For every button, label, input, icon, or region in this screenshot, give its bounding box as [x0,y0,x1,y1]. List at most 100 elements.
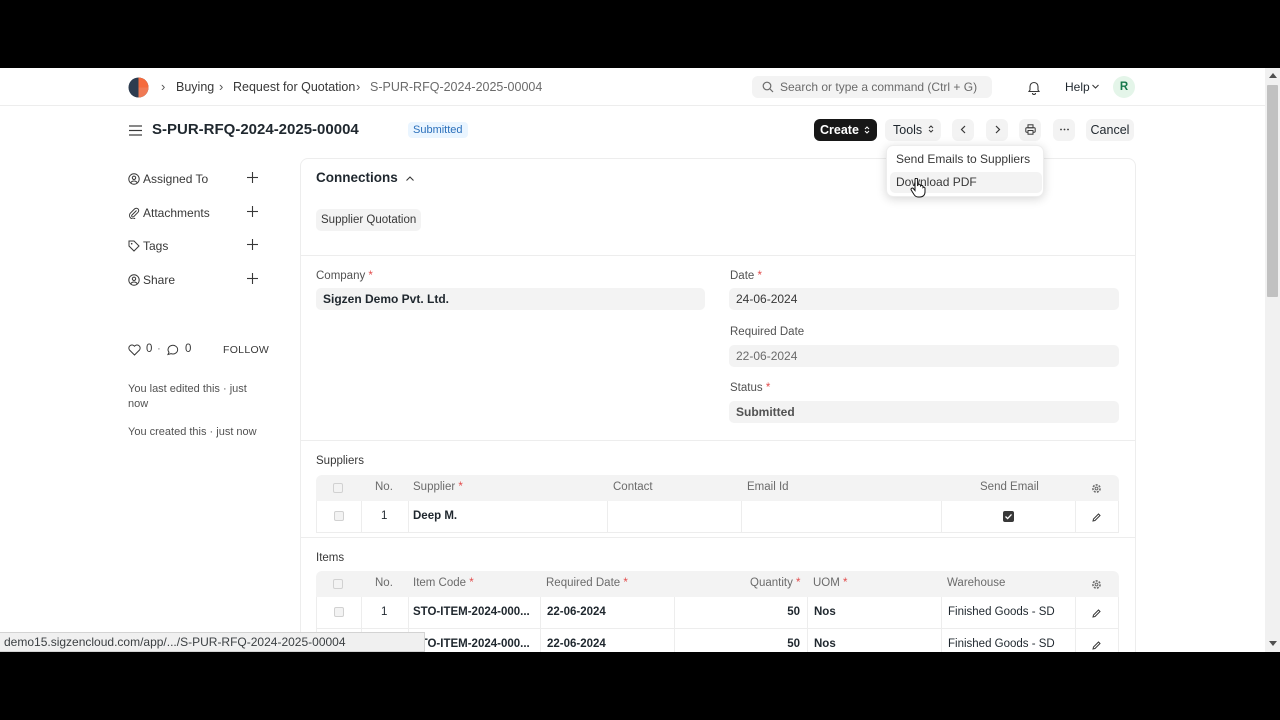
item-code-cell[interactable]: STO-ITEM-2024-000... [413,638,530,650]
required-date-field[interactable]: 22-06-2024 [729,345,1119,367]
scroll-down-arrow-icon[interactable] [1269,641,1277,646]
column-header: UOM * [813,577,848,589]
section-divider [301,255,1135,256]
required-date-cell[interactable]: 22-06-2024 [547,606,606,618]
tools-button[interactable]: Tools [885,119,941,141]
printer-icon [1025,124,1036,135]
chevron-down-icon [1092,84,1099,89]
column-header: Supplier * [413,481,463,493]
scroll-up-arrow-icon[interactable] [1269,73,1277,78]
page-scrollbar[interactable] [1265,68,1280,652]
section-divider [301,440,1135,441]
plus-icon[interactable] [246,205,259,218]
breadcrumb-buying[interactable]: Buying [176,80,214,94]
chevron-left-icon [960,125,966,134]
date-field[interactable]: 24-06-2024 [729,288,1119,310]
required-date-cell[interactable]: 22-06-2024 [547,638,606,650]
column-header: Contact [613,481,653,493]
column-divider [408,501,409,532]
notification-bell-icon[interactable] [1027,80,1041,95]
app-window: › Buying › Request for Quotation › S-PUR… [0,68,1280,652]
supplier-cell[interactable]: Deep M. [413,510,457,522]
table-header: No. Item Code * Required Date * Quantity… [316,571,1119,597]
heart-icon[interactable] [128,344,141,356]
select-all-checkbox[interactable] [333,483,343,493]
menu-item-send-emails-to-suppliers[interactable]: Send Emails to Suppliers [890,149,1042,170]
column-divider [1075,629,1076,652]
items-section-label: Items [316,552,345,564]
sidebar-item-tags[interactable]: Tags [128,238,260,256]
breadcrumb-separator: › [219,79,224,94]
breadcrumb-request-for-quotation[interactable]: Request for Quotation [233,80,355,94]
warehouse-cell[interactable]: Finished Goods - SD [948,606,1055,618]
search-input[interactable]: Search or type a command (Ctrl + G) [752,76,992,98]
select-all-checkbox[interactable] [333,579,343,589]
suppliers-section-label: Suppliers [316,455,364,467]
app-logo-icon[interactable] [128,77,149,98]
column-header: Quantity * [750,577,801,589]
dot-separator: · [157,343,161,355]
status-field: Submitted [729,401,1119,423]
column-header: No. [375,577,393,589]
item-code-cell[interactable]: STO-ITEM-2024-000... [413,606,530,618]
sidebar-item-assigned-to[interactable]: Assigned To [128,171,260,189]
cancel-button[interactable]: Cancel [1086,119,1134,141]
breadcrumb-current[interactable]: S-PUR-RFQ-2024-2025-00004 [370,80,542,94]
sidebar-item-share[interactable]: Share [128,272,260,290]
company-field[interactable]: Sigzen Demo Pvt. Ltd. [316,288,705,310]
table-row[interactable]: 1 Deep M. [316,501,1119,533]
sidebar-toggle-icon[interactable] [129,125,142,136]
status-label: Status * [730,382,771,394]
follow-button[interactable]: FOLLOW [223,344,269,356]
row-checkbox[interactable] [334,511,344,521]
user-avatar[interactable]: R [1113,76,1135,98]
send-email-checkbox[interactable] [1003,511,1014,522]
scrollbar-thumb[interactable] [1267,85,1278,297]
table-row[interactable]: 1 STO-ITEM-2024-000... 22-06-2024 50 Nos… [316,597,1119,629]
navbar: › Buying › Request for Quotation › S-PUR… [0,68,1265,106]
previous-document-button[interactable] [952,119,974,141]
page-title: S-PUR-RFQ-2024-2025-00004 [152,121,359,138]
more-actions-button[interactable] [1053,119,1075,141]
likes-count: 0 [146,343,153,355]
chevron-up-icon[interactable] [405,174,415,184]
column-divider [807,629,808,652]
create-button[interactable]: Create [814,119,877,141]
gear-icon[interactable] [1091,579,1102,590]
plus-icon[interactable] [246,272,259,285]
search-placeholder: Search or type a command (Ctrl + G) [780,80,978,94]
gear-icon[interactable] [1091,483,1102,494]
edit-row-pencil-icon[interactable] [1092,609,1101,618]
plus-icon[interactable] [246,238,259,251]
plus-icon[interactable] [246,171,259,184]
tools-button-label: Tools [893,123,923,137]
uom-cell[interactable]: Nos [814,638,836,650]
next-document-button[interactable] [986,119,1008,141]
required-date-label: Required Date [730,326,805,338]
last-edited-text: You last edited this · just now [128,383,247,410]
column-header: Required Date * [546,577,628,589]
row-number: 1 [381,606,388,618]
edit-row-pencil-icon[interactable] [1092,641,1101,650]
chevron-right-icon [995,125,1001,134]
quantity-cell[interactable]: 50 [787,638,800,650]
column-divider [607,501,608,532]
table-row[interactable]: 2 STO-ITEM-2024-000... 22-06-2024 50 Nos… [316,629,1119,652]
column-divider [941,597,942,628]
breadcrumb-separator: › [356,79,361,94]
column-header: No. [375,481,393,493]
connections-title[interactable]: Connections [316,170,398,185]
comment-icon[interactable] [166,344,179,356]
print-button[interactable] [1019,119,1041,141]
help-menu[interactable]: Help [1065,80,1090,94]
quantity-cell[interactable]: 50 [787,606,800,618]
connection-link-supplier-quotation[interactable]: Supplier Quotation [316,209,422,231]
column-divider [941,501,942,532]
edit-row-pencil-icon[interactable] [1092,513,1101,522]
row-checkbox[interactable] [334,607,344,617]
column-divider [361,597,362,628]
warehouse-cell[interactable]: Finished Goods - SD [948,638,1055,650]
column-divider [361,501,362,532]
uom-cell[interactable]: Nos [814,606,836,618]
sidebar-item-attachments[interactable]: Attachments [128,205,260,223]
